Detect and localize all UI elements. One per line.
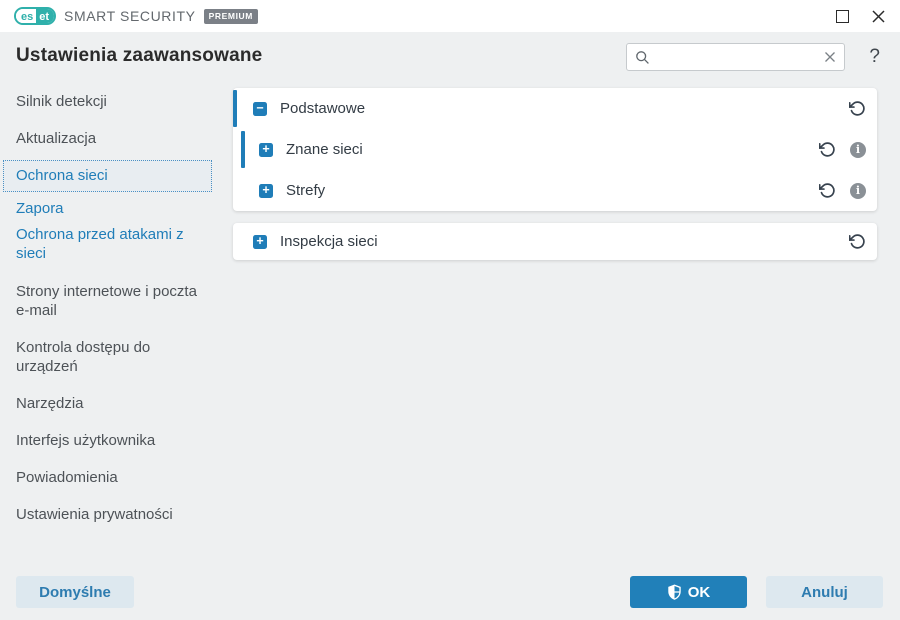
- settings-row-podstawowe[interactable]: − Podstawowe: [233, 88, 877, 129]
- expand-icon[interactable]: +: [259, 184, 273, 198]
- maximize-icon[interactable]: [836, 10, 849, 23]
- ok-button[interactable]: OK: [630, 576, 747, 608]
- defaults-button[interactable]: Domyślne: [16, 576, 134, 608]
- settings-group-network-inspection: + Inspekcja sieci: [233, 223, 877, 260]
- help-icon[interactable]: ?: [869, 46, 880, 68]
- sidebar-item-device-control[interactable]: Kontrola dostępu do urządzeń: [16, 338, 212, 376]
- collapse-icon[interactable]: −: [253, 102, 267, 116]
- modified-marker: [241, 131, 245, 168]
- sidebar-item-firewall[interactable]: Zapora: [16, 199, 212, 218]
- modified-marker: [233, 90, 237, 127]
- revert-icon[interactable]: [819, 182, 836, 199]
- sidebar-item-web-email[interactable]: Strony internetowe i poczta e-mail: [16, 282, 212, 320]
- sidebar-item-tools[interactable]: Narzędzia: [16, 394, 212, 413]
- info-icon[interactable]: i: [850, 142, 866, 158]
- uac-shield-icon: [667, 584, 682, 600]
- settings-row-znane-sieci[interactable]: + Znane sieci i: [233, 129, 877, 170]
- settings-group-basic: − Podstawowe + Znane sieci i + Strefy: [233, 88, 877, 211]
- search-clear-icon[interactable]: [824, 51, 836, 63]
- search-box[interactable]: [626, 43, 845, 71]
- settings-panel: − Podstawowe + Znane sieci i + Strefy: [233, 88, 877, 260]
- close-icon[interactable]: [871, 9, 886, 24]
- premium-badge: PREMIUM: [204, 9, 258, 24]
- sidebar-item-user-interface[interactable]: Interfejs użytkownika: [16, 431, 212, 450]
- revert-icon[interactable]: [819, 141, 836, 158]
- eset-logo: eset SMART SECURITY PREMIUM: [14, 7, 258, 25]
- page-title: Ustawienia zaawansowane: [16, 45, 262, 67]
- product-name: SMART SECURITY: [64, 8, 196, 24]
- settings-row-inspekcja-sieci[interactable]: + Inspekcja sieci: [233, 223, 877, 260]
- sidebar-item-privacy-settings[interactable]: Ustawienia prywatności: [16, 505, 212, 524]
- window-titlebar: eset SMART SECURITY PREMIUM: [0, 0, 900, 32]
- eset-logo-mark: eset: [14, 7, 56, 25]
- expand-icon[interactable]: +: [253, 235, 267, 249]
- search-icon: [635, 50, 650, 65]
- info-icon[interactable]: i: [850, 183, 866, 199]
- settings-nav: Silnik detekcji Aktualizacja Ochrona sie…: [16, 92, 212, 542]
- revert-icon[interactable]: [849, 233, 866, 250]
- revert-icon[interactable]: [849, 100, 866, 117]
- sidebar-item-update[interactable]: Aktualizacja: [16, 129, 212, 148]
- cancel-button[interactable]: Anuluj: [766, 576, 883, 608]
- search-input[interactable]: [656, 50, 818, 65]
- sidebar-item-notifications[interactable]: Powiadomienia: [16, 468, 212, 487]
- expand-icon[interactable]: +: [259, 143, 273, 157]
- sidebar-item-detection-engine[interactable]: Silnik detekcji: [16, 92, 212, 111]
- sidebar-item-network-protection[interactable]: Ochrona sieci: [3, 160, 212, 192]
- settings-row-strefy[interactable]: + Strefy i: [233, 170, 877, 211]
- sidebar-item-network-attack-protection[interactable]: Ochrona przed atakami z sieci: [16, 225, 212, 263]
